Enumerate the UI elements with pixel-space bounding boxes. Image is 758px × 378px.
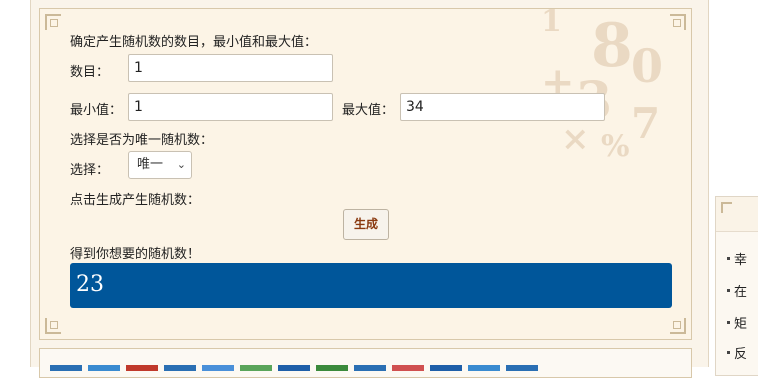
unique-prompt: 选择是否为唯一随机数： <box>70 133 214 148</box>
share-panel <box>39 348 692 378</box>
share-icon[interactable] <box>316 365 348 371</box>
share-icon[interactable] <box>392 365 424 371</box>
share-icon[interactable] <box>88 365 120 371</box>
side-list-header <box>716 197 758 232</box>
share-icon[interactable] <box>240 365 272 371</box>
generate-button[interactable]: 生成 <box>343 209 389 240</box>
share-icon[interactable] <box>278 365 310 371</box>
share-icon[interactable] <box>468 365 500 371</box>
list-item[interactable]: 反 <box>726 343 747 362</box>
result-display: 23 <box>70 263 672 308</box>
min-input[interactable]: 1 <box>128 93 333 121</box>
share-icon[interactable] <box>202 365 234 371</box>
intro-text: 确定产生随机数的数目，最小值和最大值： <box>70 35 318 50</box>
min-label: 最小值： <box>70 103 123 118</box>
result-label: 得到你想要的随机数！ <box>70 247 201 262</box>
side-list-panel: 幸 在 矩 反 <box>715 196 758 376</box>
list-item[interactable]: 矩 <box>726 313 747 332</box>
share-icon[interactable] <box>430 365 462 371</box>
list-item[interactable]: 在 <box>726 281 747 300</box>
share-icon[interactable] <box>50 365 82 371</box>
share-icon[interactable] <box>354 365 386 371</box>
random-number-panel: + 8 0 3 7 × % 1 确定产生随机数的数目，最小值和最大值： 数目： … <box>39 8 692 340</box>
unique-select-value: 唯一 <box>137 157 164 172</box>
corner-ornament-icon <box>45 318 61 334</box>
list-item[interactable]: 幸 <box>726 249 747 268</box>
select-label: 选择： <box>70 163 110 178</box>
max-input[interactable]: 34 <box>400 93 605 121</box>
corner-ornament-icon <box>721 202 732 213</box>
generate-prompt: 点击生成产生随机数： <box>70 193 201 208</box>
count-input[interactable]: 1 <box>128 54 333 82</box>
corner-ornament-icon <box>670 318 686 334</box>
count-label: 数目： <box>70 65 110 80</box>
share-icon[interactable] <box>506 365 538 371</box>
chevron-down-icon: ⌄ <box>176 158 186 171</box>
corner-ornament-icon <box>45 14 61 30</box>
share-icon[interactable] <box>126 365 158 371</box>
share-icon[interactable] <box>164 365 196 371</box>
unique-select[interactable]: 唯一 ⌄ <box>128 151 192 179</box>
max-label: 最大值： <box>342 103 395 118</box>
corner-ornament-icon <box>670 14 686 30</box>
